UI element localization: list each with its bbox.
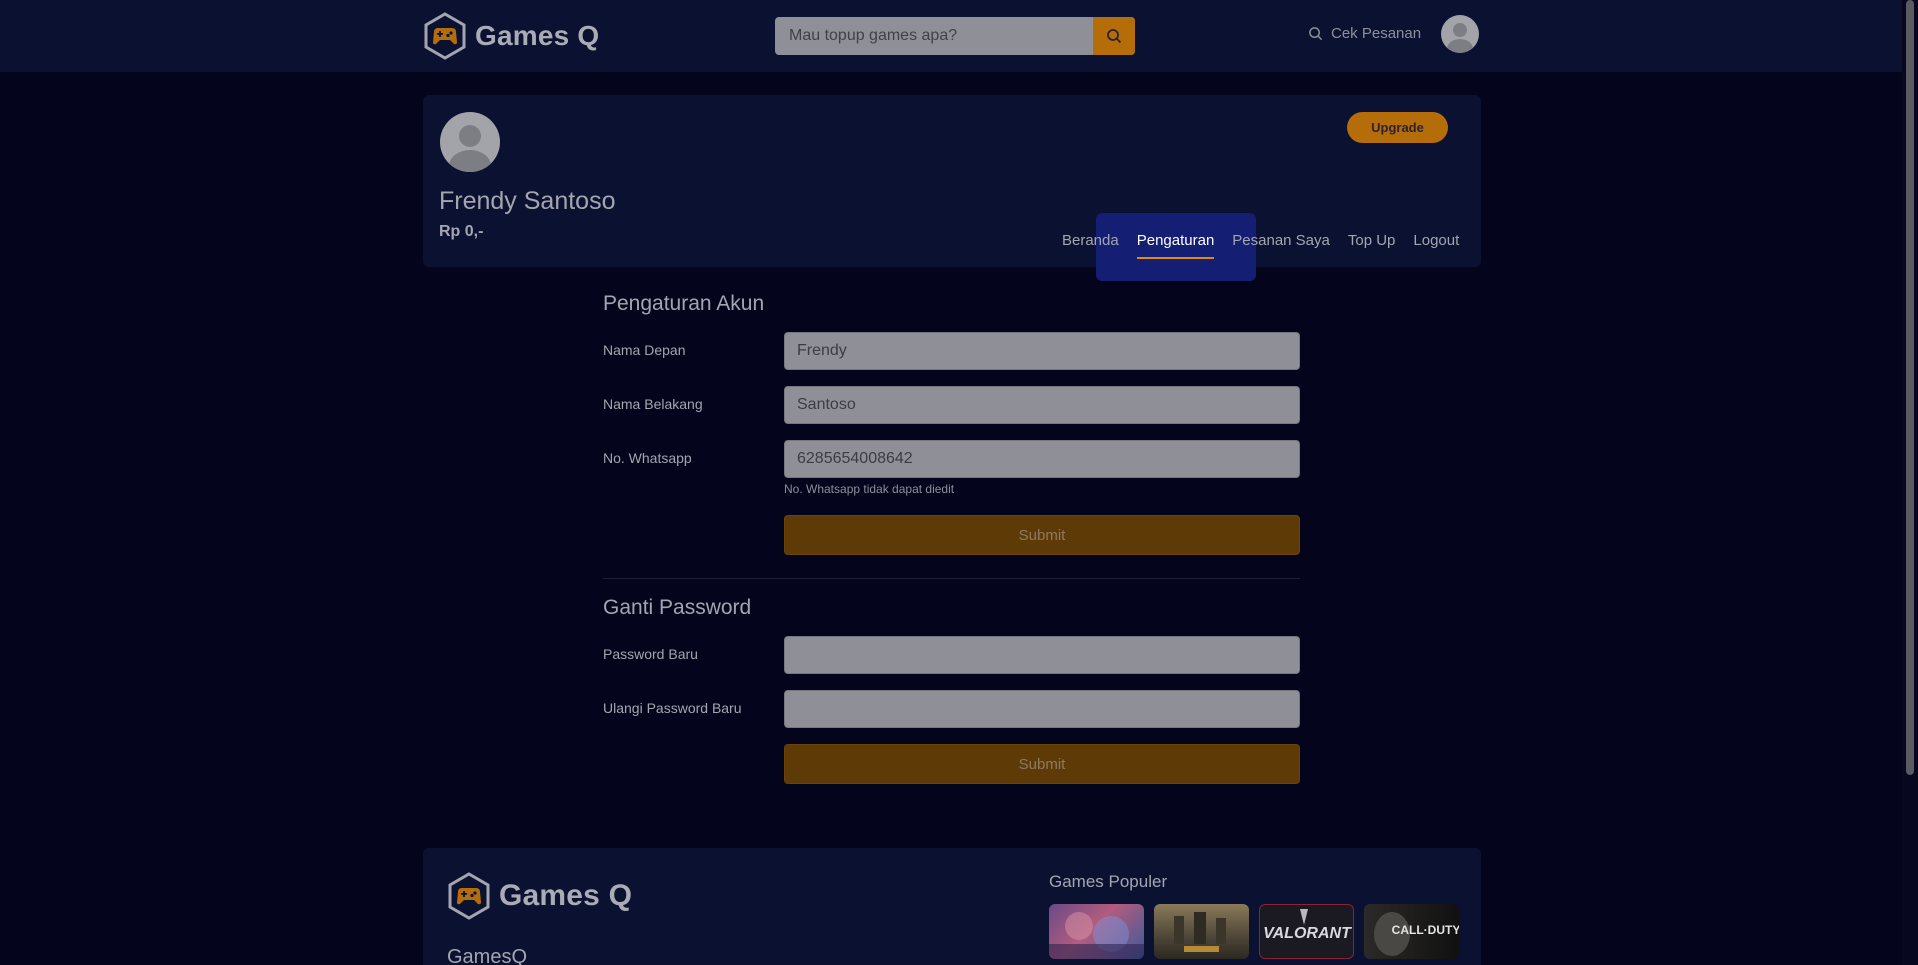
mobile-legends-image bbox=[1049, 912, 1144, 959]
password-submit-button[interactable]: Submit bbox=[784, 744, 1300, 784]
first-name-field[interactable] bbox=[784, 332, 1300, 370]
user-avatar-icon bbox=[1447, 23, 1473, 53]
pubg-image bbox=[1174, 912, 1226, 952]
account-settings-title: Pengaturan Akun bbox=[603, 292, 765, 315]
footer: Games Q GamesQ Games Populer VALORANT CA… bbox=[423, 848, 1481, 965]
nav-logout[interactable]: Logout bbox=[1413, 232, 1459, 259]
nav-top-up[interactable]: Top Up bbox=[1348, 232, 1396, 259]
valorant-image: VALORANT bbox=[1263, 909, 1352, 942]
game-thumb-pubg[interactable] bbox=[1154, 904, 1249, 959]
game-thumb-call-of-duty[interactable]: CALL·DUTY bbox=[1364, 904, 1459, 959]
call-of-duty-image: CALL·DUTY bbox=[1374, 912, 1459, 956]
top-header: Games Q Cek Pesanan bbox=[0, 0, 1902, 72]
new-password-label: Password Baru bbox=[603, 646, 698, 662]
footer-logo-text: Games Q bbox=[499, 879, 633, 912]
search-button[interactable] bbox=[1093, 17, 1135, 55]
games-populer-title: Games Populer bbox=[1049, 872, 1168, 891]
whatsapp-field[interactable] bbox=[784, 440, 1300, 478]
cek-pesanan-link[interactable]: Cek Pesanan bbox=[1308, 25, 1421, 42]
gamepad-logo-icon bbox=[448, 872, 490, 920]
svg-text:CALL·DUTY: CALL·DUTY bbox=[1392, 923, 1459, 937]
nav-beranda[interactable]: Beranda bbox=[1062, 232, 1119, 259]
logo[interactable]: Games Q bbox=[423, 12, 599, 60]
user-avatar-icon bbox=[449, 125, 491, 172]
user-avatar-button[interactable] bbox=[1441, 15, 1479, 53]
logo-text: Games Q bbox=[475, 20, 600, 51]
last-name-field[interactable] bbox=[784, 386, 1300, 424]
profile-avatar bbox=[440, 112, 500, 172]
scrollbar-thumb[interactable] bbox=[1906, 0, 1914, 775]
account-submit-button[interactable]: Submit bbox=[784, 515, 1300, 555]
section-divider bbox=[603, 578, 1300, 579]
whatsapp-label: No. Whatsapp bbox=[603, 450, 692, 466]
profile-card: Frendy Santoso Rp 0,- Upgrade Beranda Pe… bbox=[423, 95, 1481, 281]
repeat-password-label: Ulangi Password Baru bbox=[603, 700, 742, 716]
profile-nav: Beranda Pengaturan Pesanan Saya Top Up L… bbox=[1062, 232, 1459, 259]
whatsapp-hint: No. Whatsapp tidak dapat diedit bbox=[784, 482, 955, 496]
repeat-password-field[interactable] bbox=[784, 690, 1300, 728]
game-thumb-mobile-legends[interactable] bbox=[1049, 904, 1144, 959]
nav-pesanan-saya[interactable]: Pesanan Saya bbox=[1232, 232, 1330, 259]
search-icon bbox=[1309, 27, 1323, 41]
cek-pesanan-label: Cek Pesanan bbox=[1331, 25, 1422, 42]
last-name-label: Nama Belakang bbox=[603, 396, 703, 412]
search-input[interactable] bbox=[775, 17, 1093, 55]
upgrade-button[interactable]: Upgrade bbox=[1347, 112, 1448, 143]
footer-logo[interactable]: Games Q bbox=[447, 872, 632, 920]
search-bar bbox=[775, 17, 1135, 55]
change-password-title: Ganti Password bbox=[603, 596, 752, 619]
new-password-field[interactable] bbox=[784, 636, 1300, 674]
game-thumb-valorant[interactable]: VALORANT bbox=[1259, 904, 1354, 959]
gamepad-logo-icon bbox=[424, 12, 466, 60]
first-name-label: Nama Depan bbox=[603, 342, 686, 358]
nav-pengaturan[interactable]: Pengaturan bbox=[1136, 232, 1215, 259]
profile-balance: Rp 0,- bbox=[439, 223, 484, 240]
search-icon bbox=[1107, 29, 1122, 44]
footer-brand: GamesQ bbox=[447, 946, 528, 965]
profile-name: Frendy Santoso bbox=[439, 187, 616, 215]
svg-text:VALORANT: VALORANT bbox=[1263, 925, 1352, 942]
